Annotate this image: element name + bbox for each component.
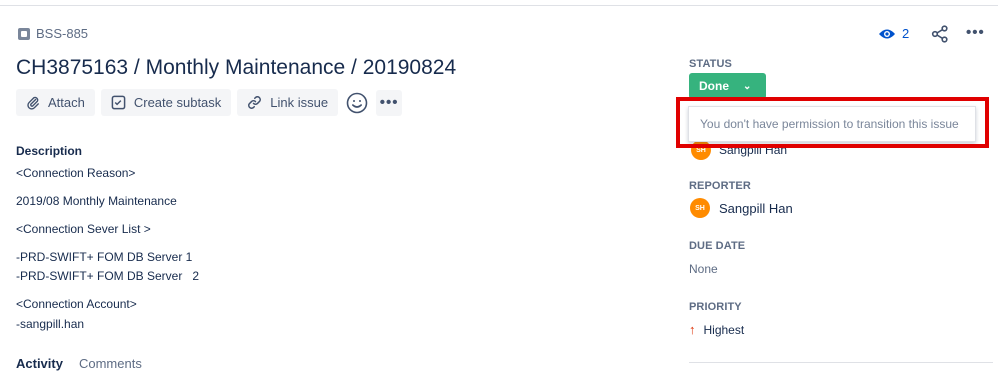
link-issue-button[interactable]: Link issue: [237, 89, 339, 116]
due-date-value[interactable]: None: [689, 262, 718, 276]
comments-filter-dropdown[interactable]: Comments: [79, 356, 142, 371]
share-icon: [931, 25, 948, 43]
attach-button[interactable]: Attach: [16, 89, 95, 116]
smiley-icon: [346, 92, 368, 113]
watchers-count: 2: [902, 26, 910, 41]
description-heading: Description: [16, 144, 83, 158]
chevron-down-icon: ⌄: [743, 80, 752, 92]
reporter-name: Sangpill Han: [719, 200, 793, 216]
highlight-box: [676, 97, 989, 148]
description-line: -PRD-SWIFT+ FOM DB Server 2: [16, 269, 200, 283]
status-value: Done: [699, 79, 729, 93]
more-actions-button[interactable]: •••: [376, 89, 403, 116]
share-button[interactable]: [931, 25, 949, 48]
priority-value: Highest: [703, 322, 745, 337]
eye-icon: [879, 29, 895, 38]
status-label: STATUS: [689, 58, 732, 70]
priority-field[interactable]: ↑ Highest: [689, 322, 744, 337]
arrow-up-icon: ↑: [689, 322, 696, 337]
paperclip-icon: [27, 96, 39, 110]
emoji-button[interactable]: [344, 89, 370, 116]
issue-title[interactable]: CH3875163 / Monthly Maintenance / 201908…: [16, 56, 456, 80]
description-line: <Connection Account>: [16, 297, 137, 311]
link-icon: [248, 96, 262, 109]
header-more-button[interactable]: •••: [966, 24, 985, 41]
status-dropdown-button[interactable]: Done ⌄: [689, 73, 766, 99]
issue-toolbar: Attach Create subtask Link issue •••: [16, 89, 403, 116]
description-line: <Connection Sever List >: [16, 222, 151, 236]
due-date-label: DUE DATE: [689, 240, 746, 252]
watch-button[interactable]: 2: [878, 26, 909, 41]
create-subtask-label: Create subtask: [133, 95, 222, 110]
activity-section: Activity Comments: [16, 356, 142, 371]
create-subtask-button[interactable]: Create subtask: [100, 89, 232, 116]
reporter[interactable]: SH Sangpill Han: [690, 198, 793, 218]
priority-label: PRIORITY: [689, 301, 742, 313]
top-divider: [0, 5, 998, 6]
description-line: <Connection Reason>: [16, 166, 136, 180]
description-line: -PRD-SWIFT+ FOM DB Server 1: [16, 250, 193, 264]
reporter-label: REPORTER: [689, 180, 751, 192]
issue-key[interactable]: BSS-885: [36, 26, 88, 41]
link-issue-label: Link issue: [270, 95, 329, 110]
description-line: 2019/08 Monthly Maintenance: [16, 194, 177, 208]
divider: [689, 362, 993, 363]
comments-filter-label: Comments: [78, 356, 142, 371]
activity-heading: Activity: [16, 356, 63, 371]
description-line: -sangpill.han: [16, 317, 85, 331]
subtask-icon: [111, 95, 126, 110]
avatar: SH: [690, 198, 710, 218]
issue-key-link[interactable]: BSS-885: [18, 26, 88, 41]
issue-type-icon: [18, 27, 30, 40]
attach-label: Attach: [48, 95, 85, 110]
